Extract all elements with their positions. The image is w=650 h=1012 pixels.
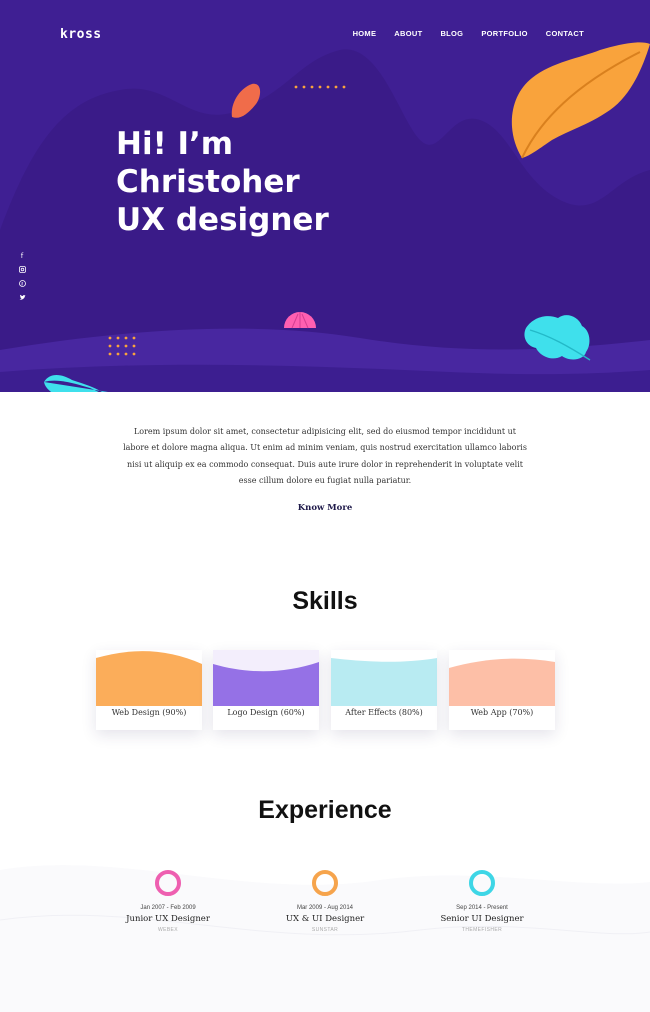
experience-heading: Experience xyxy=(258,796,392,824)
hero-title-line: Christoher xyxy=(116,164,300,200)
experience-item: Sep 2014 - Present Senior UI Designer TH… xyxy=(407,868,557,933)
skills-heading: Skills xyxy=(292,587,358,615)
experience-company: THEMEFISHER xyxy=(461,927,503,933)
experience-company: SUNSTAR xyxy=(311,927,339,933)
skill-label: Web App (70%) xyxy=(470,708,534,717)
experience-date: Jan 2007 - Feb 2009 xyxy=(140,905,196,911)
skill-label: After Effects (80%) xyxy=(345,708,423,717)
nav-blog[interactable]: BLOG xyxy=(440,29,463,38)
skill-fill-shape xyxy=(449,658,555,706)
experience-date: Mar 2009 - Aug 2014 xyxy=(296,905,354,911)
hero-section: kross HOME ABOUT BLOG PORTFOLIO CONTACT … xyxy=(0,0,650,392)
nav-about[interactable]: ABOUT xyxy=(394,29,422,38)
experience-role: UX & UI Designer xyxy=(285,914,365,924)
twitter-icon[interactable] xyxy=(18,294,26,302)
hero-title-line: Hi! I’m xyxy=(116,126,234,162)
nav-portfolio[interactable]: PORTFOLIO xyxy=(481,29,527,38)
nav-home[interactable]: HOME xyxy=(353,29,377,38)
intro-text: Lorem ipsum dolor sit amet, consectetur … xyxy=(123,427,527,485)
ring-icon xyxy=(312,870,338,896)
orange-leaf-icon xyxy=(511,42,650,159)
hero-title-line: UX designer xyxy=(116,202,329,238)
social-links: f xyxy=(18,252,26,302)
experience-item: Jan 2007 - Feb 2009 Junior UX Designer W… xyxy=(93,868,243,933)
skill-card-logo-design: Logo Design (60%) xyxy=(213,650,319,730)
experience-company: WEBEX xyxy=(157,927,179,933)
site-logo[interactable]: kross xyxy=(60,27,102,42)
facebook-icon[interactable]: f xyxy=(18,252,26,260)
skill-card-web-design: Web Design (90%) xyxy=(96,650,202,730)
skill-card-web-app: Web App (70%) xyxy=(449,650,555,730)
hero-title: Hi! I’m Christoher UX designer xyxy=(116,125,329,239)
experience-role: Junior UX Designer xyxy=(126,914,210,924)
skill-label: Web Design (90%) xyxy=(111,708,187,717)
skill-card-after-effects: After Effects (80%) xyxy=(331,650,437,730)
nav-contact[interactable]: CONTACT xyxy=(546,29,584,38)
experience-date: Sep 2014 - Present xyxy=(456,905,508,911)
pinterest-icon[interactable] xyxy=(18,280,26,288)
skill-fill-shape xyxy=(331,658,437,706)
skill-fill-shape xyxy=(213,650,319,706)
instagram-icon[interactable] xyxy=(18,266,26,274)
experience-item: Mar 2009 - Aug 2014 UX & UI Designer SUN… xyxy=(250,868,400,933)
ring-icon xyxy=(469,870,495,896)
main-nav: HOME ABOUT BLOG PORTFOLIO CONTACT xyxy=(353,29,584,38)
know-more-link[interactable]: Know More xyxy=(0,503,650,513)
experience-role: Senior UI Designer xyxy=(440,914,524,924)
skill-fill-shape xyxy=(96,651,202,706)
skill-label: Logo Design (60%) xyxy=(227,708,305,717)
ring-icon xyxy=(155,870,181,896)
